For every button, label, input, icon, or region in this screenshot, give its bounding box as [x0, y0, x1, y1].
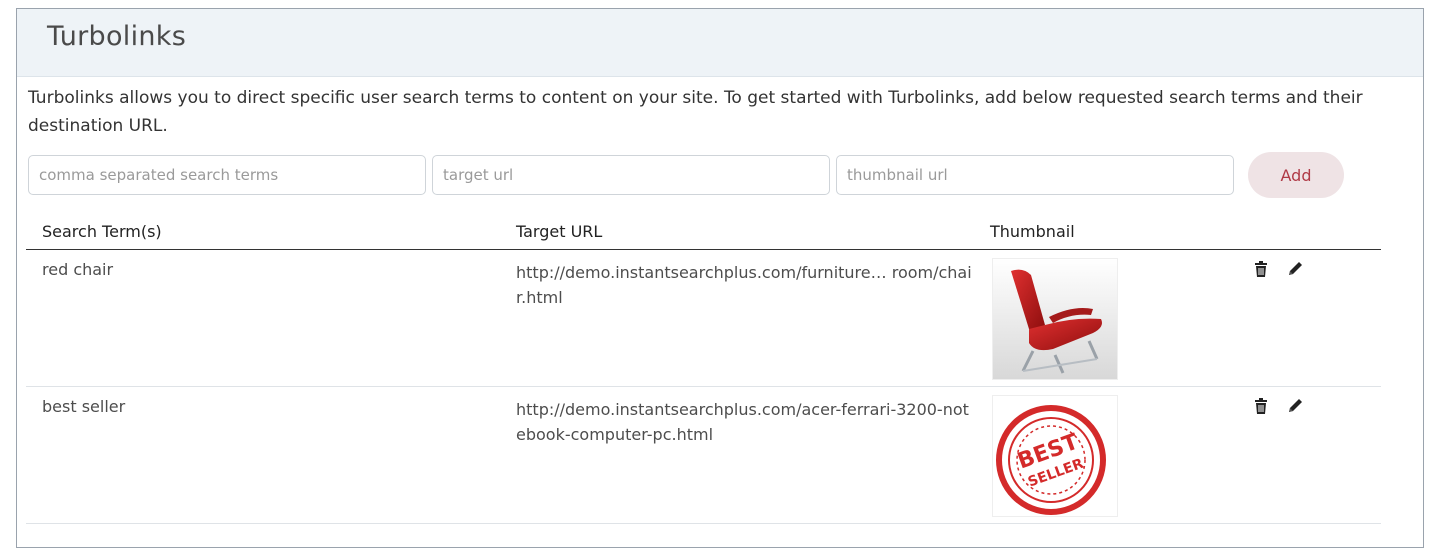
header-target-url: Target URL: [516, 222, 603, 241]
row-actions: [1248, 260, 1308, 280]
row-target-url: http://demo.instantsearchplus.com/furnit…: [516, 263, 972, 307]
row-actions: [1248, 397, 1308, 417]
search-terms-input[interactable]: [28, 155, 426, 195]
table-row: red chair http://demo.instantsearchplus.…: [26, 250, 1381, 387]
panel-header: Turbolinks: [17, 9, 1423, 77]
thumbnail-url-input[interactable]: [836, 155, 1234, 195]
table-header: Search Term(s) Target URL Thumbnail: [26, 214, 1381, 250]
pencil-icon[interactable]: [1286, 260, 1304, 278]
add-turbolink-form: Add: [28, 152, 1358, 199]
row-search-terms: best seller: [42, 397, 126, 416]
row-target-url: http://demo.instantsearchplus.com/acer-f…: [516, 400, 969, 444]
target-url-input[interactable]: [432, 155, 830, 195]
header-thumbnail: Thumbnail: [990, 222, 1075, 241]
turbolinks-table: Search Term(s) Target URL Thumbnail red …: [26, 214, 1381, 524]
trash-icon[interactable]: [1252, 397, 1270, 415]
header-search-terms: Search Term(s): [42, 222, 162, 241]
pencil-icon[interactable]: [1286, 397, 1304, 415]
trash-icon[interactable]: [1252, 260, 1270, 278]
add-button[interactable]: Add: [1248, 152, 1344, 198]
red-chair-image: [992, 258, 1118, 380]
page-description: Turbolinks allows you to direct specific…: [28, 88, 1363, 136]
best-seller-stamp-image: BEST SELLER: [992, 395, 1118, 517]
row-search-terms: red chair: [42, 260, 114, 279]
page-title: Turbolinks: [47, 21, 187, 52]
table-row: best seller http://demo.instantsearchplu…: [26, 387, 1381, 524]
